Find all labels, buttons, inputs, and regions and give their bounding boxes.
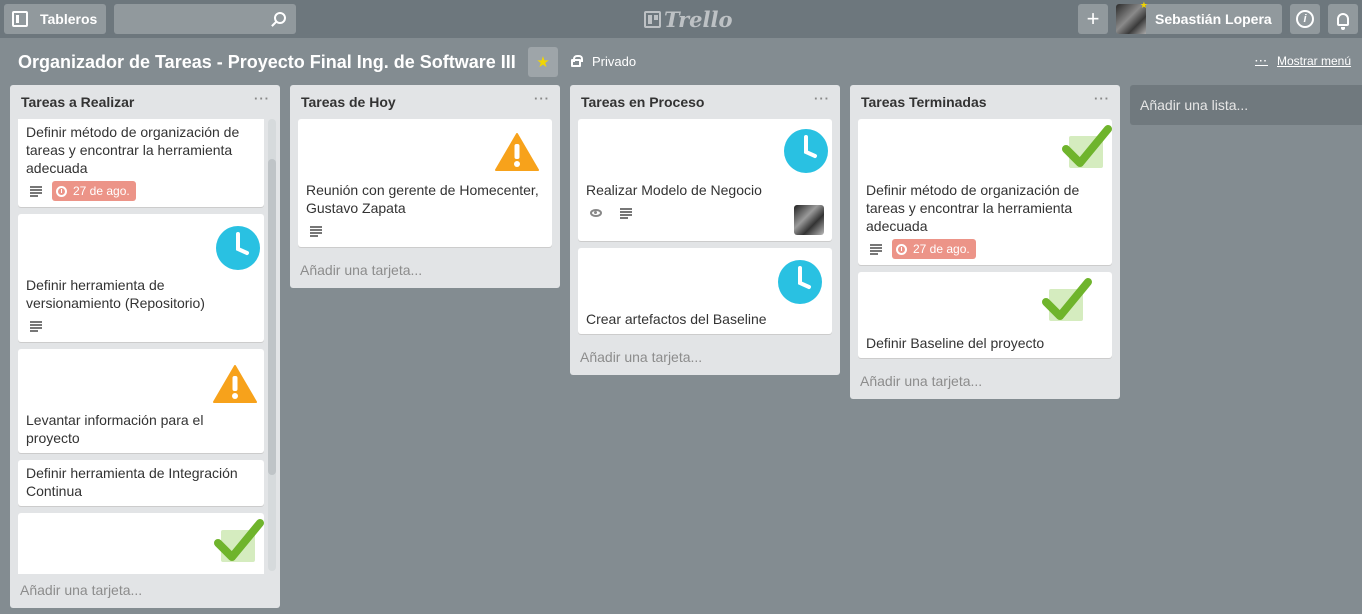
clock-sticker-icon bbox=[780, 125, 832, 177]
card-badges bbox=[26, 316, 256, 336]
description-icon bbox=[620, 208, 632, 219]
card[interactable]: Realizar Modelo de Negocio bbox=[578, 119, 832, 241]
card-title: Definir herramienta de Integración Conti… bbox=[26, 465, 238, 499]
show-menu-button[interactable]: ··· Mostrar menú bbox=[1255, 54, 1351, 68]
list-tareas-terminadas: Tareas Terminadas ··· Definir método de … bbox=[850, 85, 1120, 399]
bell-icon bbox=[1337, 12, 1349, 30]
list-title[interactable]: Tareas Terminadas bbox=[861, 94, 987, 110]
add-button[interactable]: + bbox=[1078, 4, 1108, 34]
cards-container: Reunión con gerente de Homecenter, Gusta… bbox=[290, 119, 560, 247]
privacy-label: Privado bbox=[592, 54, 637, 69]
search-icon[interactable] bbox=[274, 12, 286, 24]
card-badges bbox=[306, 221, 544, 241]
notifications-button[interactable] bbox=[1328, 4, 1358, 34]
card-title: Reunión con gerente de Homecenter, Gusta… bbox=[306, 182, 539, 216]
warning-sticker-icon bbox=[208, 359, 262, 406]
list-menu-icon[interactable]: ··· bbox=[534, 91, 550, 106]
description-icon bbox=[30, 186, 42, 197]
description-icon bbox=[30, 321, 42, 332]
avatar bbox=[1116, 0, 1148, 34]
card[interactable]: Definir método de organización de tareas… bbox=[858, 119, 1112, 265]
top-header: Tableros Trello + Sebastián Lopera i bbox=[0, 0, 1362, 38]
card-title: Definir herramienta de versionamiento (R… bbox=[26, 277, 205, 311]
add-card-button[interactable]: Añadir una tarjeta... bbox=[570, 341, 840, 375]
card[interactable]: Definir herramienta de versionamiento (R… bbox=[18, 214, 264, 342]
card[interactable] bbox=[18, 513, 264, 574]
list-tareas-a-realizar: Tareas a Realizar ··· Definir método de … bbox=[10, 85, 280, 608]
card-title: Definir método de organización de tareas… bbox=[26, 124, 240, 176]
search-input[interactable] bbox=[114, 4, 296, 34]
clock-sticker-icon bbox=[774, 256, 826, 308]
lock-icon bbox=[571, 55, 583, 67]
clock-icon bbox=[56, 185, 67, 197]
boards-label: Tableros bbox=[40, 11, 98, 27]
show-menu-label: Mostrar menú bbox=[1277, 54, 1352, 68]
card-title: Realizar Modelo de Negocio bbox=[586, 182, 762, 198]
list-header: Tareas de Hoy ··· bbox=[290, 85, 560, 119]
card-badges: 27 de ago. bbox=[26, 181, 256, 201]
board-title[interactable]: Organizador de Tareas - Proyecto Final I… bbox=[18, 52, 516, 73]
watch-icon bbox=[590, 209, 602, 217]
star-button[interactable]: ★ bbox=[528, 47, 558, 77]
info-button[interactable]: i bbox=[1290, 4, 1320, 34]
due-date-badge: 27 de ago. bbox=[892, 239, 976, 259]
due-date-badge: 27 de ago. bbox=[52, 181, 136, 201]
card[interactable]: Reunión con gerente de Homecenter, Gusta… bbox=[298, 119, 552, 247]
due-date-label: 27 de ago. bbox=[913, 242, 970, 256]
list-header: Tareas Terminadas ··· bbox=[850, 85, 1120, 119]
clock-icon bbox=[896, 243, 907, 255]
list-menu-icon[interactable]: ··· bbox=[1094, 91, 1110, 106]
cards-scroll-area: Definir método de organización de tareas… bbox=[10, 119, 280, 574]
add-card-button[interactable]: Añadir una tarjeta... bbox=[850, 365, 1120, 399]
card-title: Definir Baseline del proyecto bbox=[866, 335, 1045, 351]
clock-sticker-icon bbox=[212, 222, 264, 274]
card-badges bbox=[586, 203, 824, 223]
member-menu-button[interactable]: Sebastián Lopera bbox=[1116, 0, 1282, 34]
check-sticker-icon bbox=[214, 519, 264, 564]
check-sticker-icon bbox=[1042, 278, 1092, 323]
list-title[interactable]: Tareas de Hoy bbox=[301, 94, 396, 110]
trello-logo[interactable]: Trello bbox=[644, 7, 733, 32]
card-member-avatar[interactable] bbox=[794, 205, 824, 235]
card[interactable]: Levantar información para el proyecto bbox=[18, 349, 264, 453]
more-icon: ··· bbox=[1255, 55, 1268, 67]
card[interactable]: Crear artefactos del Baseline bbox=[578, 248, 832, 334]
trello-logo-text: Trello bbox=[664, 7, 733, 32]
list-menu-icon[interactable]: ··· bbox=[254, 91, 270, 106]
card[interactable]: Definir Baseline del proyecto bbox=[858, 272, 1112, 358]
card-badges: 27 de ago. bbox=[866, 239, 1104, 259]
card-title: Levantar información para el proyecto bbox=[26, 412, 204, 446]
due-date-label: 27 de ago. bbox=[73, 184, 130, 198]
plus-icon: + bbox=[1086, 6, 1100, 31]
star-icon: ★ bbox=[536, 54, 550, 71]
member-name: Sebastián Lopera bbox=[1155, 11, 1272, 27]
check-sticker-icon bbox=[1062, 125, 1112, 170]
cards-container: Realizar Modelo de Negocio Crear artefac… bbox=[570, 119, 840, 334]
privacy-button[interactable]: Privado bbox=[571, 54, 636, 69]
add-card-button[interactable]: Añadir una tarjeta... bbox=[10, 574, 280, 608]
description-icon bbox=[870, 244, 882, 255]
card[interactable]: Definir herramienta de Integración Conti… bbox=[18, 460, 264, 506]
list-menu-icon[interactable]: ··· bbox=[814, 91, 830, 106]
list-title[interactable]: Tareas a Realizar bbox=[21, 94, 134, 110]
description-icon bbox=[310, 226, 322, 237]
list-title[interactable]: Tareas en Proceso bbox=[581, 94, 704, 110]
add-list-button[interactable]: Añadir una lista... bbox=[1130, 85, 1362, 125]
list-header: Tareas a Realizar ··· bbox=[10, 85, 280, 119]
list-tareas-en-proceso: Tareas en Proceso ··· Realizar Modelo de… bbox=[570, 85, 840, 375]
list-tareas-de-hoy: Tareas de Hoy ··· Reunión con gerente de… bbox=[290, 85, 560, 288]
boards-button[interactable]: Tableros bbox=[4, 4, 106, 34]
card[interactable]: Definir método de organización de tareas… bbox=[18, 119, 264, 207]
info-icon: i bbox=[1296, 10, 1314, 28]
boards-icon bbox=[12, 11, 28, 27]
add-card-button[interactable]: Añadir una tarjeta... bbox=[290, 254, 560, 288]
cards-container: Definir método de organización de tareas… bbox=[850, 119, 1120, 358]
list-header: Tareas en Proceso ··· bbox=[570, 85, 840, 119]
card-title: Definir método de organización de tareas… bbox=[866, 182, 1080, 234]
warning-sticker-icon bbox=[490, 127, 544, 174]
card-title: Crear artefactos del Baseline bbox=[586, 311, 767, 327]
trello-logo-icon bbox=[644, 11, 661, 28]
cards-container: Definir método de organización de tareas… bbox=[10, 119, 280, 574]
